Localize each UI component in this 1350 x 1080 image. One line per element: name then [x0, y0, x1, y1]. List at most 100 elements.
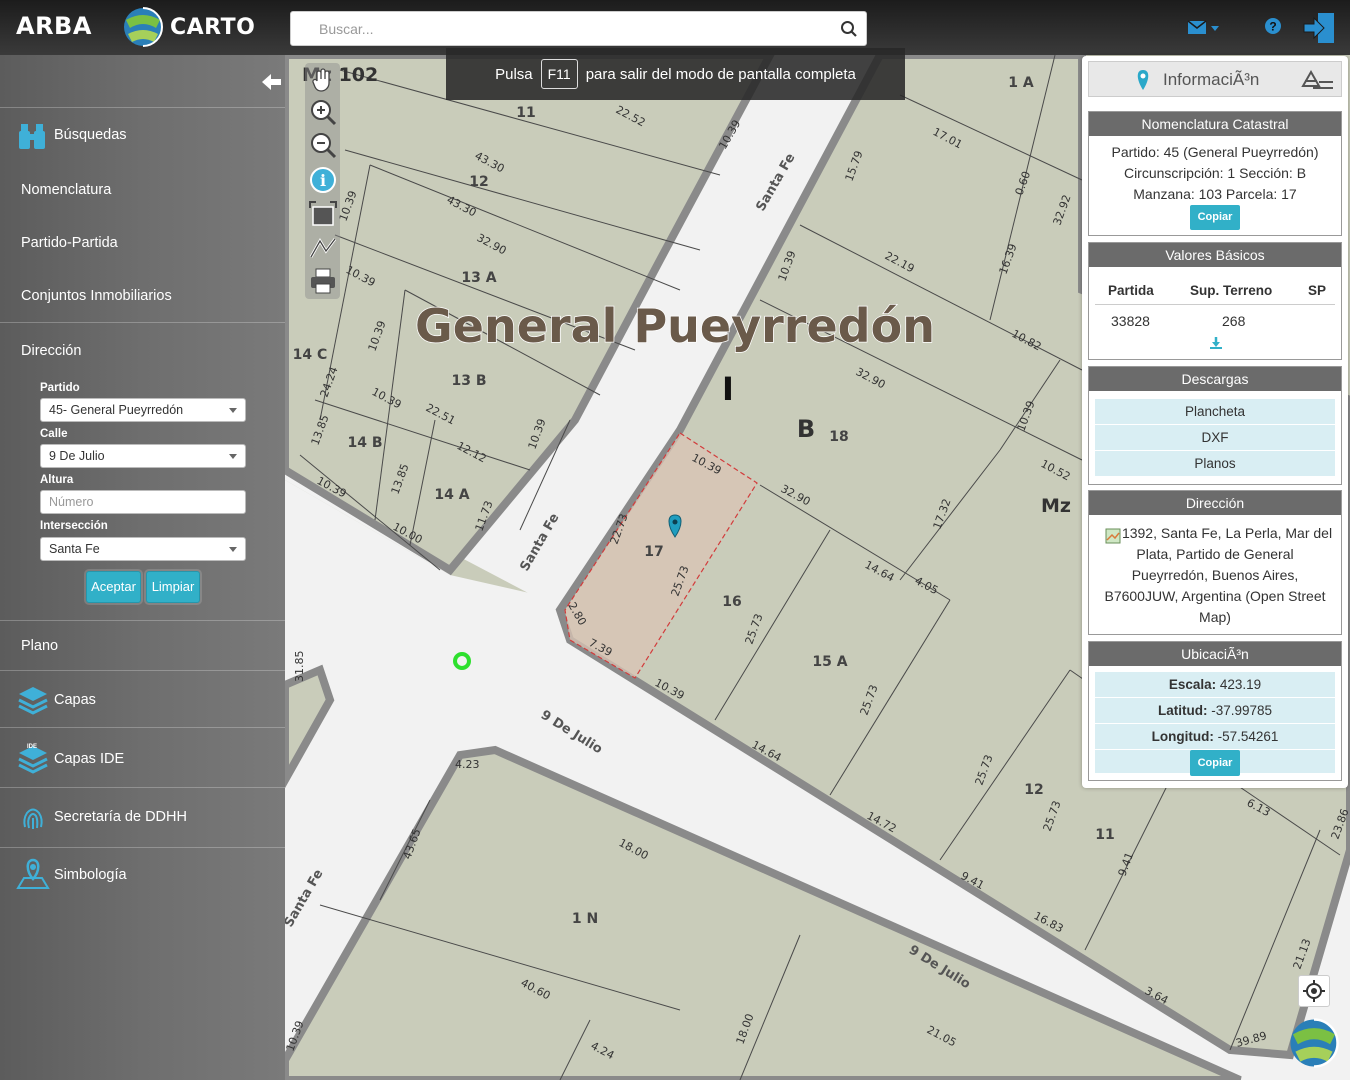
- nomenclatura-line2: Circunscripción: 1 Sección: B: [1123, 165, 1307, 181]
- copy-nomenclatura-button[interactable]: Copiar: [1189, 205, 1241, 230]
- calle-field-label: Calle: [40, 428, 68, 440]
- col-partida: Partida: [1108, 283, 1154, 298]
- capas-label: Capas: [54, 692, 96, 708]
- parcel-label: 1 N: [572, 911, 598, 927]
- info-panel-header: InformaciÃ³n: [1088, 61, 1342, 97]
- zoom-out-icon[interactable]: [308, 130, 338, 160]
- layers-icon: [18, 687, 48, 715]
- ddhh-label: Secretaría de DDHH: [54, 809, 187, 825]
- partido-select[interactable]: 45- General Pueyrredón: [40, 398, 246, 422]
- escala-label: Escala:: [1168, 677, 1217, 692]
- parcel-label: 15 A: [812, 654, 847, 670]
- sidebar-item-partido-partida[interactable]: Partido-Partida: [0, 233, 285, 253]
- print-icon[interactable]: [308, 266, 338, 296]
- binoculars-icon: [19, 124, 45, 149]
- fullscreen-notice: Pulsa F11 para salir del modo de pantall…: [446, 48, 905, 100]
- circunscripcion-label: I: [722, 370, 734, 408]
- latitud-label: Latitud:: [1157, 703, 1208, 718]
- parcel-label: 13 B: [451, 373, 486, 389]
- f11-key: F11: [540, 59, 578, 89]
- copy-row: Copiar: [1095, 750, 1335, 776]
- direccion-label: Dirección: [21, 343, 82, 359]
- collapse-sidebar-arrow-icon[interactable]: [262, 73, 282, 91]
- nomenclatura-box: Nomenclatura Catastral Partido: 45 (Gene…: [1088, 111, 1342, 236]
- manzana-label-right: Mz: [1041, 495, 1071, 517]
- nomenclatura-label: Nomenclatura: [21, 182, 112, 198]
- info-icon[interactable]: i: [308, 165, 338, 195]
- col-sup-terreno: Sup. Terreno: [1190, 283, 1273, 298]
- limpiar-button[interactable]: Limpiar: [146, 571, 200, 603]
- altura-input[interactable]: [40, 490, 246, 514]
- parcel-label: 14 A: [434, 487, 469, 503]
- planos-link[interactable]: Planos: [1095, 451, 1335, 477]
- divider: [0, 322, 285, 323]
- copy-ubicacion-button[interactable]: Copiar: [1189, 750, 1241, 776]
- calle-select-value: 9 De Julio: [49, 449, 105, 463]
- sidebar-item-plano[interactable]: Plano: [0, 636, 285, 656]
- altura-field-label: Altura: [40, 474, 74, 486]
- caret-down-icon: [229, 408, 237, 413]
- capas-ide-label: Capas IDE: [54, 751, 125, 767]
- ide-badge: IDE: [27, 744, 38, 750]
- parcel-label: 12: [469, 174, 488, 190]
- sidebar-item-capas-ide[interactable]: IDE Capas IDE: [0, 739, 285, 779]
- aceptar-button[interactable]: Aceptar: [86, 571, 141, 603]
- caret-down-icon: [229, 454, 237, 459]
- parcel-label: 11: [516, 105, 535, 121]
- search-input[interactable]: [291, 12, 831, 45]
- measure-icon[interactable]: [308, 233, 338, 263]
- osm-map-icon: [1105, 528, 1121, 544]
- direccion-text: 1392, Santa Fe, La Perla, Mar del Plata,…: [1104, 525, 1333, 625]
- direccion-box: Dirección 1392, Santa Fe, La Perla, Mar …: [1088, 490, 1342, 635]
- help-icon[interactable]: ?: [1264, 17, 1282, 35]
- descargas-box: Descargas Plancheta DXF Planos: [1088, 366, 1342, 485]
- col-sp: SP: [1308, 283, 1327, 298]
- divider: [0, 107, 285, 108]
- pan-hand-icon[interactable]: [308, 65, 338, 95]
- sidebar-item-conjuntos[interactable]: Conjuntos Inmobiliarios: [0, 286, 285, 306]
- ubicacion-box: UbicaciÃ³n Escala: 423.19 Latitud: -37.9…: [1088, 641, 1342, 781]
- sidebar-item-ddhh[interactable]: Secretaría de DDHH: [0, 797, 285, 837]
- interseccion-select[interactable]: Santa Fe: [40, 537, 246, 561]
- search-box: [290, 11, 867, 46]
- parcel-label: 14 B: [347, 435, 382, 451]
- busquedas-label: Búsquedas: [54, 127, 127, 143]
- interseccion-select-value: Santa Fe: [49, 542, 100, 556]
- parcel-label: 14 C: [293, 347, 328, 363]
- nomenclatura-title: Nomenclatura Catastral: [1089, 112, 1341, 136]
- sidebar-item-nomenclatura[interactable]: Nomenclatura: [0, 180, 285, 200]
- measure-label: 4.23: [455, 758, 480, 771]
- sup-terreno-value: 268: [1222, 313, 1246, 329]
- globe-logo-icon: [124, 7, 163, 47]
- crosshair-icon: [1303, 980, 1325, 1002]
- parcel-label: 16: [722, 594, 741, 610]
- collapse-panel-icon[interactable]: [1301, 70, 1335, 90]
- divider: [0, 727, 285, 728]
- calle-select[interactable]: 9 De Julio: [40, 444, 246, 468]
- parcel-label: 12: [1024, 782, 1043, 798]
- carto-logo: CARTO: [122, 6, 255, 48]
- info-panel: InformaciÃ³n Nomenclatura Catastral Part…: [1082, 56, 1348, 788]
- mail-dropdown-icon[interactable]: [1187, 20, 1221, 36]
- plancheta-link[interactable]: Plancheta: [1095, 399, 1335, 425]
- ubicacion-title: UbicaciÃ³n: [1089, 642, 1341, 666]
- divider: [0, 670, 285, 671]
- arba-logo: ARBA: [16, 12, 92, 40]
- partida-value: 33828: [1111, 313, 1150, 329]
- partido-select-value: 45- General Pueyrredón: [49, 403, 184, 417]
- sidebar-item-direccion[interactable]: Dirección: [0, 341, 285, 361]
- geolocate-button[interactable]: [1298, 975, 1330, 1007]
- sidebar-item-simbologia[interactable]: Simbología: [0, 855, 285, 895]
- fingerprint-icon: [23, 808, 43, 829]
- sidebar-item-capas[interactable]: Capas: [0, 680, 285, 720]
- escala-row: Escala: 423.19: [1095, 672, 1335, 698]
- search-icon[interactable]: [840, 20, 858, 38]
- download-icon[interactable]: [1209, 336, 1223, 350]
- logout-icon[interactable]: [1302, 12, 1336, 44]
- zoom-in-icon[interactable]: [308, 97, 338, 127]
- parcel-label: 17: [644, 544, 663, 560]
- zoom-extent-icon[interactable]: [308, 200, 338, 230]
- sidebar-item-busquedas[interactable]: Búsquedas: [0, 117, 285, 157]
- dxf-link[interactable]: DXF: [1095, 425, 1335, 451]
- divider: [0, 847, 285, 848]
